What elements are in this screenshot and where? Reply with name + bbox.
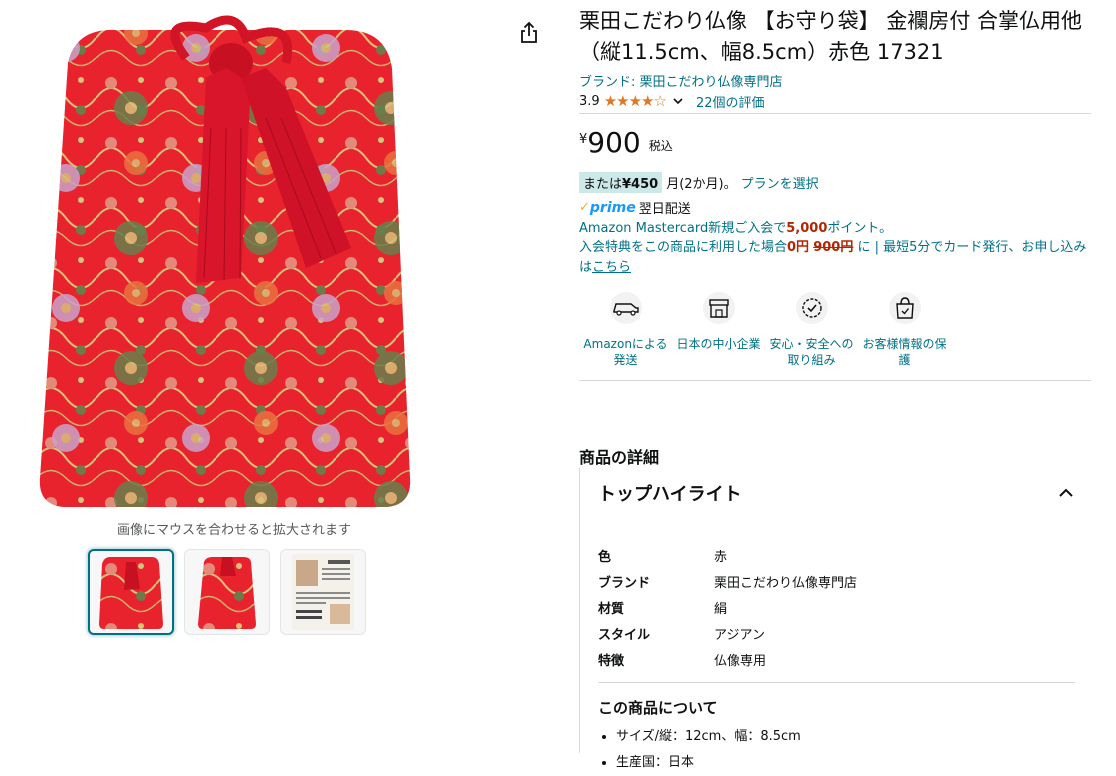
feature-label: 日本の中小企業 [676, 337, 761, 351]
secure-bag-icon [885, 288, 925, 328]
divider [579, 380, 1091, 381]
rating-value: 3.9 [579, 93, 600, 109]
card-offer-detail: 入会特典をこの商品に利用した場合0円 900円 に | 最短5分でカード発行、お… [579, 238, 1091, 278]
about-item: サイズ/縦：12cm、幅：8.5cm [616, 724, 1091, 750]
thumbnail-main[interactable] [88, 549, 174, 635]
spec-label: スタイル [598, 627, 651, 643]
card-offer-suffix: ポイント。 [827, 221, 893, 236]
main-product-image[interactable] [36, 8, 428, 513]
installment-suffix: 月(2か月)。 [666, 177, 737, 192]
card-offer-prefix: Amazon Mastercard新規ご入会で [579, 221, 787, 236]
top-highlights-panel: トップハイライト 色 赤 ブランド 栗田こだわり仏像専門店 材質 絹 スタイル … [579, 468, 1091, 770]
select-plan-link[interactable]: プランを選択 [741, 173, 819, 192]
divider [598, 682, 1075, 683]
feature-badges: Amazonによる発送 日本の中小企業 安心・安全への取り組み お客様情報の保護 [579, 288, 979, 368]
prime-logo: prime [589, 199, 636, 216]
review-count-link[interactable]: 22個の評価 [696, 92, 765, 111]
prime-check-icon: ✓ [579, 200, 590, 215]
star-rating-icon[interactable]: ★★★★☆ [604, 92, 667, 110]
chevron-down-icon[interactable] [672, 95, 684, 107]
spec-label: ブランド [598, 575, 651, 591]
rating-row: 3.9 ★★★★☆ 22個の評価 [579, 92, 1091, 111]
feature-small-business[interactable]: 日本の中小企業 [672, 288, 765, 368]
spec-row: ブランド 栗田こだわり仏像専門店 [598, 568, 1091, 594]
card-detail-zero-price: 0円 [787, 240, 810, 255]
storefront-icon [699, 288, 739, 328]
delivery-text: 翌日配送 [638, 202, 691, 217]
installment-row: または¥450 月(2か月)。 プランを選択 [579, 172, 1091, 193]
spec-label: 材質 [598, 601, 625, 617]
product-details: 栗田こだわり仏像 【お守り袋】 金襴房付 合掌仏用他（縦11.5cm、幅8.5c… [579, 0, 1091, 770]
installment-badge: または¥450 [579, 172, 663, 193]
feature-data-protection[interactable]: お客様情報の保護 [858, 288, 951, 368]
spec-row: 特徴 仏像専用 [598, 646, 1091, 672]
chevron-up-icon[interactable] [1057, 484, 1075, 502]
divider [579, 113, 1091, 114]
spec-row: 色 赤 [598, 542, 1091, 568]
feature-safety[interactable]: 安心・安全への取り組み [765, 288, 858, 368]
about-list: サイズ/縦：12cm、幅：8.5cm 生産国：日本 [580, 724, 1091, 776]
feature-label: 安心・安全への取り組み [769, 337, 854, 367]
spec-value: 絹 [714, 601, 728, 617]
tax-label: 税込 [648, 139, 673, 153]
top-highlights-header[interactable]: トップハイライト [580, 468, 1091, 506]
spec-row: 材質 絹 [598, 594, 1091, 620]
spec-value: 赤 [714, 549, 728, 565]
top-highlights-title: トップハイライト [598, 484, 742, 505]
brand-link[interactable]: ブランド: 栗田こだわり仏像専門店 [579, 71, 1091, 90]
thumbnail-angle[interactable] [184, 549, 270, 635]
feature-label: お客様情報の保護 [862, 337, 947, 367]
zoom-hint: 画像にマウスを合わせると拡大されます [116, 523, 351, 538]
thumbnail-article[interactable] [280, 549, 366, 635]
delivery-truck-icon [606, 288, 646, 328]
spec-row: スタイル アジアン [598, 620, 1091, 646]
spec-value: 仏像専用 [714, 653, 767, 669]
share-icon[interactable] [516, 20, 542, 46]
card-detail-old-price: 900円 [813, 240, 854, 255]
product-title: 栗田こだわり仏像 【お守り袋】 金襴房付 合掌仏用他（縦11.5cm、幅8.5c… [579, 9, 1083, 64]
spec-table: 色 赤 ブランド 栗田こだわり仏像専門店 材質 絹 スタイル アジアン 特徴 仏… [580, 542, 1091, 672]
about-item: 生産国：日本 [616, 750, 1091, 776]
feature-label: Amazonによる発送 [583, 337, 668, 367]
card-apply-link[interactable]: こちら [592, 260, 631, 275]
prime-row: ✓ prime 翌日配送 [579, 198, 1091, 218]
card-offer-line[interactable]: Amazon Mastercard新規ご入会で5,000ポイント。 [579, 219, 1091, 238]
installment-prefix: または [583, 177, 623, 192]
thumbnail-strip [88, 549, 366, 635]
about-title: この商品について [598, 699, 718, 717]
feature-amazon-shipping[interactable]: Amazonによる発送 [579, 288, 672, 368]
section-title-details: 商品の詳細 [579, 448, 660, 467]
price-amount: 900 [587, 126, 641, 159]
spec-label: 特徴 [598, 653, 625, 669]
currency-symbol: ¥ [579, 132, 588, 147]
price-block: ¥ 900 税込 [579, 128, 1091, 158]
installment-amount: ¥450 [622, 177, 659, 192]
spec-value: 栗田こだわり仏像専門店 [714, 575, 858, 591]
card-offer-points: 5,000 [786, 221, 828, 236]
image-gallery: 画像にマウスを合わせると拡大されます [0, 0, 560, 753]
spec-label: 色 [598, 549, 612, 565]
safety-badge-icon [792, 288, 832, 328]
card-detail-prefix: 入会特典をこの商品に利用した場合 [579, 240, 788, 255]
spec-value: アジアン [714, 627, 765, 643]
